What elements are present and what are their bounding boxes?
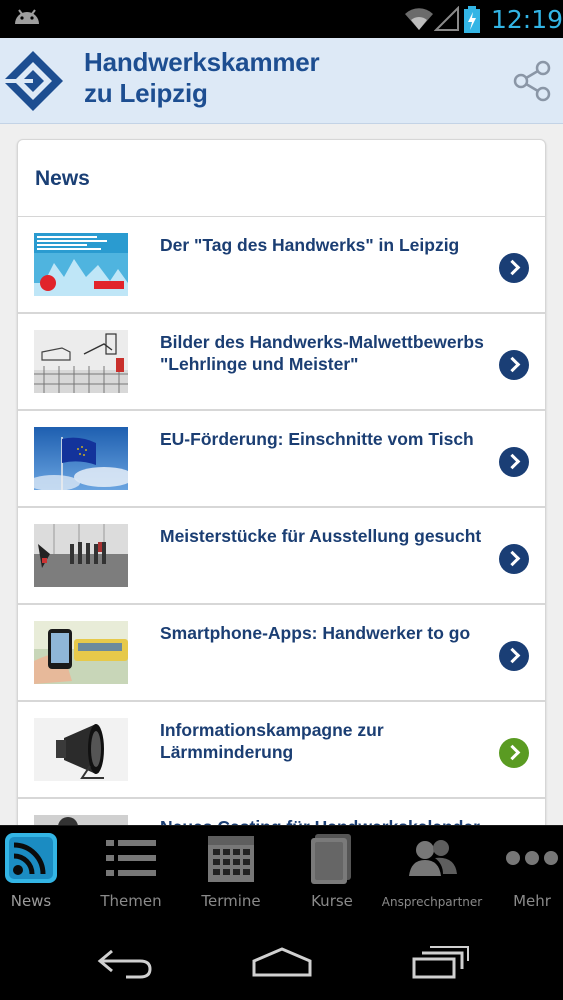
tab-label: News	[10, 892, 52, 910]
signal-icon	[434, 6, 459, 31]
tab-ansprechpartner[interactable]: Ansprechpartner	[382, 826, 482, 918]
wifi-icon	[405, 8, 433, 30]
app-title-line2: zu Leipzig	[84, 78, 208, 108]
share-icon[interactable]	[511, 60, 553, 102]
news-thumbnail	[34, 524, 128, 587]
content-area[interactable]: News Der "Tag des Handwerks" in Leipzig	[0, 124, 563, 825]
chevron-right-icon[interactable]	[499, 641, 529, 671]
rss-feed-icon	[5, 833, 57, 883]
tab-termine[interactable]: Termine	[186, 826, 276, 918]
news-title: Der "Tag des Handwerks" in Leipzig	[160, 235, 460, 255]
news-item[interactable]: EU-Förderung: Einschnitte vom Tisch	[18, 411, 545, 508]
status-bar: 12:19	[0, 0, 563, 38]
news-title: Bilder des Handwerks-Malwettbewerbs "Leh…	[160, 332, 484, 374]
news-title: Informationskampagne zur Lärmminderung	[160, 720, 384, 762]
chevron-right-icon[interactable]	[499, 447, 529, 477]
list-icon	[106, 840, 156, 876]
android-icon	[15, 9, 39, 24]
hwk-logo	[3, 51, 63, 111]
clock: 12:19	[491, 5, 563, 34]
chevron-right-icon[interactable]	[499, 350, 529, 380]
tab-mehr[interactable]: Mehr	[487, 826, 563, 918]
tab-kurse[interactable]: Kurse	[287, 826, 377, 918]
news-item[interactable]: Meisterstücke für Ausstellung gesucht	[18, 508, 545, 605]
card-title: News	[35, 167, 90, 190]
news-title: EU-Förderung: Einschnitte vom Tisch	[160, 429, 474, 449]
home-icon[interactable]	[250, 945, 314, 981]
news-thumbnail	[34, 815, 128, 825]
news-item[interactable]: Informationskampagne zur Lärmminderung	[18, 702, 545, 799]
book-icon	[311, 834, 351, 884]
chevron-right-icon[interactable]	[499, 253, 529, 283]
chevron-right-icon[interactable]	[499, 738, 529, 768]
news-thumbnail	[34, 718, 128, 781]
app-title: Handwerkskammer zu Leipzig	[84, 47, 320, 109]
battery-charging-icon	[464, 6, 480, 33]
contacts-icon	[409, 840, 457, 876]
tab-bar: News Themen Termine Kurse Ansprechpartne…	[0, 825, 563, 917]
tab-news[interactable]: News	[0, 826, 76, 918]
news-item[interactable]: Smartphone-Apps: Handwerker to go	[18, 605, 545, 702]
news-thumbnail	[34, 621, 128, 684]
app-header: Handwerkskammer zu Leipzig	[0, 38, 563, 124]
chevron-right-icon[interactable]	[499, 544, 529, 574]
back-icon[interactable]	[96, 945, 156, 981]
app-title-line1: Handwerkskammer	[84, 47, 320, 77]
more-icon	[506, 851, 558, 865]
recent-apps-icon[interactable]	[410, 945, 470, 981]
tab-label: Ansprechpartner	[381, 895, 483, 909]
news-item[interactable]: Der "Tag des Handwerks" in Leipzig	[18, 217, 545, 314]
news-title: Meisterstücke für Ausstellung gesucht	[160, 526, 482, 546]
news-thumbnail	[34, 330, 128, 393]
tab-label: Kurse	[311, 892, 353, 910]
card-header: News	[18, 140, 545, 217]
calendar-icon	[208, 836, 254, 882]
tab-themen[interactable]: Themen	[86, 826, 176, 918]
tab-label: Mehr	[513, 892, 551, 910]
news-item[interactable]: Bilder des Handwerks-Malwettbewerbs "Leh…	[18, 314, 545, 411]
tab-label: Termine	[201, 892, 261, 910]
news-item[interactable]: Neues Casting für Handwerkskalender	[18, 799, 545, 825]
news-thumbnail	[34, 427, 128, 490]
news-card: News Der "Tag des Handwerks" in Leipzig	[17, 139, 546, 825]
news-title: Smartphone-Apps: Handwerker to go	[160, 623, 471, 643]
news-title: Neues Casting für Handwerkskalender	[160, 816, 505, 825]
tab-label: Themen	[100, 892, 162, 910]
nav-bar	[0, 917, 563, 1000]
news-thumbnail	[34, 233, 128, 296]
